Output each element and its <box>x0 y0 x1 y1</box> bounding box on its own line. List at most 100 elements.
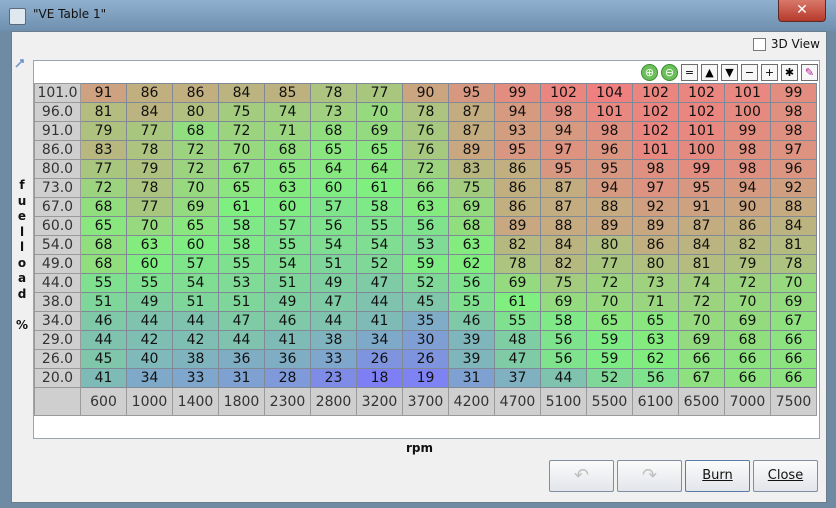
table-cell[interactable]: 79 <box>126 159 173 179</box>
table-cell[interactable]: 68 <box>80 235 127 255</box>
table-cell[interactable]: 70 <box>586 292 633 312</box>
table-cell[interactable]: 39 <box>448 330 495 350</box>
table-cell[interactable]: 36 <box>218 349 265 369</box>
table-cell[interactable]: 69 <box>724 311 771 331</box>
table-cell[interactable]: 26 <box>402 349 449 369</box>
table-cell[interactable]: 73 <box>632 273 679 293</box>
table-cell[interactable]: 69 <box>356 121 403 141</box>
table-cell[interactable]: 68 <box>80 254 127 274</box>
table-cell[interactable]: 95 <box>448 83 495 103</box>
table-cell[interactable]: 70 <box>724 292 771 312</box>
table-cell[interactable]: 66 <box>678 349 725 369</box>
table-cell[interactable]: 95 <box>678 178 725 198</box>
table-cell[interactable]: 62 <box>448 254 495 274</box>
table-cell[interactable]: 70 <box>172 178 219 198</box>
table-cell[interactable]: 51 <box>218 292 265 312</box>
table-cell[interactable]: 69 <box>770 292 817 312</box>
table-cell[interactable]: 87 <box>540 178 587 198</box>
table-cell[interactable]: 72 <box>586 273 633 293</box>
table-cell[interactable]: 68 <box>80 197 127 217</box>
table-cell[interactable]: 54 <box>172 273 219 293</box>
table-cell[interactable]: 86 <box>126 83 173 103</box>
table-cell[interactable]: 63 <box>264 178 311 198</box>
table-cell[interactable]: 54 <box>264 254 311 274</box>
table-cell[interactable]: 56 <box>632 368 679 388</box>
table-cell[interactable]: 98 <box>770 121 817 141</box>
table-cell[interactable]: 80 <box>632 254 679 274</box>
table-cell[interactable]: 53 <box>402 235 449 255</box>
table-cell[interactable]: 57 <box>310 197 357 217</box>
table-cell[interactable]: 55 <box>218 254 265 274</box>
table-cell[interactable]: 75 <box>218 102 265 122</box>
table-cell[interactable]: 73 <box>310 102 357 122</box>
table-cell[interactable]: 91 <box>678 197 725 217</box>
table-cell[interactable]: 81 <box>678 254 725 274</box>
table-cell[interactable]: 56 <box>402 216 449 236</box>
table-cell[interactable]: 47 <box>494 349 541 369</box>
table-cell[interactable]: 84 <box>678 235 725 255</box>
table-cell[interactable]: 70 <box>126 216 173 236</box>
undo-button[interactable]: ↶ <box>549 460 614 492</box>
table-cell[interactable]: 78 <box>310 83 357 103</box>
table-cell[interactable]: 84 <box>540 235 587 255</box>
table-cell[interactable]: 98 <box>632 159 679 179</box>
view3d-toggle[interactable]: 3D View <box>752 37 820 51</box>
table-cell[interactable]: 94 <box>540 121 587 141</box>
table-cell[interactable]: 33 <box>310 349 357 369</box>
set-equal-icon[interactable]: = <box>681 64 698 81</box>
table-cell[interactable]: 81 <box>770 235 817 255</box>
table-cell[interactable]: 49 <box>310 273 357 293</box>
zoom-in-icon[interactable]: ⊕ <box>641 64 658 81</box>
table-cell[interactable]: 44 <box>540 368 587 388</box>
table-cell[interactable]: 55 <box>448 292 495 312</box>
table-cell[interactable]: 99 <box>770 83 817 103</box>
table-cell[interactable]: 48 <box>494 330 541 350</box>
table-cell[interactable]: 71 <box>632 292 679 312</box>
table-cell[interactable]: 49 <box>264 292 311 312</box>
view3d-checkbox[interactable] <box>752 37 766 51</box>
table-cell[interactable]: 68 <box>264 140 311 160</box>
zoom-out-icon[interactable]: ⊖ <box>661 64 678 81</box>
table-cell[interactable]: 49 <box>126 292 173 312</box>
table-cell[interactable]: 94 <box>586 178 633 198</box>
table-cell[interactable]: 69 <box>172 197 219 217</box>
table-cell[interactable]: 44 <box>310 311 357 331</box>
table-cell[interactable]: 84 <box>218 83 265 103</box>
table-cell[interactable]: 65 <box>172 216 219 236</box>
table-cell[interactable]: 59 <box>586 330 633 350</box>
table-cell[interactable]: 61 <box>494 292 541 312</box>
table-cell[interactable]: 74 <box>264 102 311 122</box>
table-cell[interactable]: 74 <box>678 273 725 293</box>
table-cell[interactable]: 52 <box>356 254 403 274</box>
table-cell[interactable]: 98 <box>724 159 771 179</box>
table-cell[interactable]: 46 <box>264 311 311 331</box>
table-cell[interactable]: 78 <box>494 254 541 274</box>
table-cell[interactable]: 94 <box>724 178 771 198</box>
table-cell[interactable]: 77 <box>80 159 127 179</box>
table-cell[interactable]: 51 <box>264 273 311 293</box>
table-cell[interactable]: 39 <box>448 349 495 369</box>
table-cell[interactable]: 86 <box>724 216 771 236</box>
table-cell[interactable]: 47 <box>310 292 357 312</box>
table-cell[interactable]: 40 <box>126 349 173 369</box>
table-cell[interactable]: 54 <box>310 235 357 255</box>
table-cell[interactable]: 65 <box>80 216 127 236</box>
table-cell[interactable]: 97 <box>770 140 817 160</box>
close-button[interactable]: Close <box>753 460 818 492</box>
table-cell[interactable]: 83 <box>80 140 127 160</box>
increase-icon[interactable]: ▲ <box>701 64 718 81</box>
table-cell[interactable]: 60 <box>126 254 173 274</box>
table-cell[interactable]: 26 <box>356 349 403 369</box>
table-cell[interactable]: 94 <box>494 102 541 122</box>
table-cell[interactable]: 42 <box>126 330 173 350</box>
table-cell[interactable]: 76 <box>402 140 449 160</box>
table-cell[interactable]: 56 <box>310 216 357 236</box>
table-cell[interactable]: 67 <box>770 311 817 331</box>
table-cell[interactable]: 67 <box>678 368 725 388</box>
table-cell[interactable]: 66 <box>724 349 771 369</box>
table-cell[interactable]: 84 <box>770 216 817 236</box>
table-cell[interactable]: 44 <box>80 330 127 350</box>
table-cell[interactable]: 98 <box>586 121 633 141</box>
table-cell[interactable]: 90 <box>402 83 449 103</box>
table-cell[interactable]: 65 <box>356 140 403 160</box>
